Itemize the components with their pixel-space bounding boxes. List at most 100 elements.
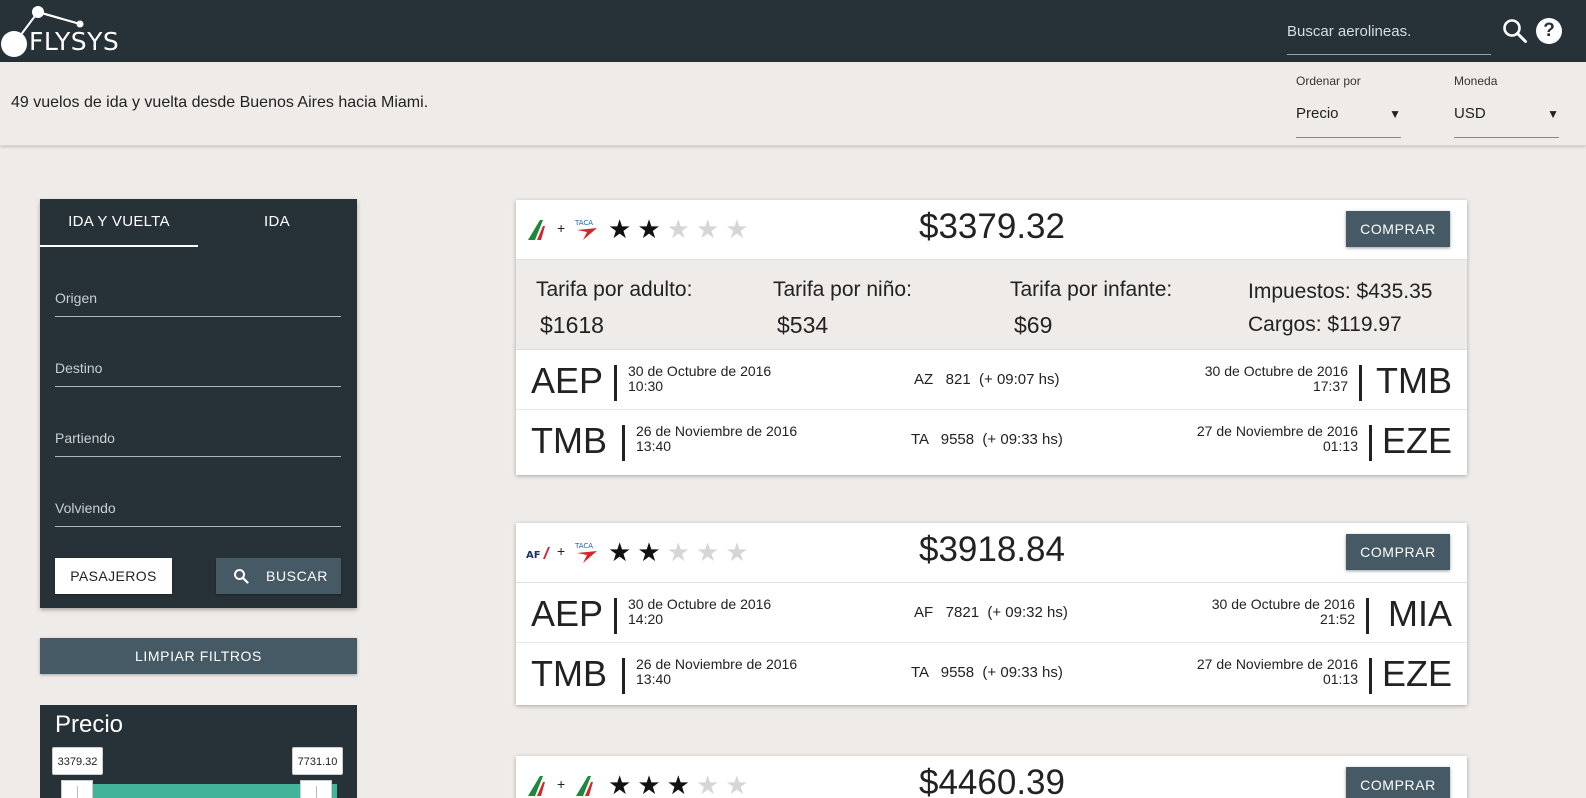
results-summary-bar: 49 vuelos de ida y vuelta desde Buenos A… <box>0 62 1586 146</box>
currency-value: USD <box>1454 105 1486 122</box>
buy-button[interactable]: COMPRAR <box>1346 767 1450 798</box>
departure-time: 10:30 <box>628 378 664 394</box>
currency-select[interactable]: Moneda USD ▼ <box>1454 74 1559 138</box>
departure-datetime: 26 de Noviembre de 2016 13:40 <box>636 424 797 454</box>
infant-fare-value: $69 <box>1014 312 1053 338</box>
adult-fare-value: $1618 <box>540 312 604 338</box>
arrival-date: 27 de Noviembre de 2016 <box>1196 656 1358 672</box>
star-icon: ★ <box>695 770 726 798</box>
airfrance-logo-icon: AF <box>526 547 550 561</box>
buy-button[interactable]: COMPRAR <box>1346 534 1450 570</box>
departure-time: 14:20 <box>628 611 664 627</box>
charges-value: Cargos: $119.97 <box>1248 313 1402 336</box>
flight-leg-return: TMB 26 de Noviembre de 2016 13:40 TA 955… <box>516 410 1467 470</box>
price-max-handle[interactable] <box>300 780 332 798</box>
divider <box>614 365 617 401</box>
rating-stars: ★★★★★ <box>608 537 755 567</box>
departure-date: 30 de Octubre de 2016 <box>628 363 772 379</box>
flight-card-header: + TACA ★★★★★ $3379.32 COMPRAR <box>516 200 1467 260</box>
taca-logo-icon: TACA <box>574 219 597 240</box>
flight-card: + ★★★★★ $4460.39 COMPRAR <box>516 756 1467 798</box>
return-date-field[interactable] <box>55 483 341 527</box>
arrival-time: 01:13 <box>1322 671 1358 687</box>
destination-airport-code: MIA <box>1387 593 1452 634</box>
sort-label: Ordenar por <box>1296 74 1361 88</box>
star-icon: ★ <box>725 537 755 567</box>
flight-card: + TACA ★★★★★ $3379.32 COMPRAR Tarifa por… <box>516 200 1467 475</box>
adult-fare-label: Tarifa por adulto: <box>536 278 693 301</box>
airline-search-input[interactable] <box>1287 14 1491 48</box>
top-bar: FLYSYS ? <box>0 0 1586 62</box>
logo-text: FLYSYS <box>29 27 120 56</box>
flight-number-duration: AF 7821 (+ 09:32 hs) <box>914 604 1068 621</box>
taxes-value: Impuestos: $435.35 <box>1248 280 1433 303</box>
chevron-down-icon: ▼ <box>1389 107 1401 121</box>
sort-select[interactable]: Ordenar por Precio ▼ <box>1296 74 1401 138</box>
flysys-logo[interactable]: FLYSYS <box>0 0 140 62</box>
divider <box>622 658 625 694</box>
divider <box>1366 598 1369 634</box>
search-button-label: BUSCAR <box>266 568 328 584</box>
price-max-value: 7731.10 <box>292 747 343 775</box>
flight-leg-outbound: AEP 30 de Octubre de 2016 14:20 AF 7821 … <box>516 583 1467 643</box>
destination-field[interactable] <box>55 343 341 387</box>
departure-date: 26 de Noviembre de 2016 <box>636 423 798 439</box>
destination-input[interactable] <box>55 343 341 383</box>
star-icon: ★ <box>608 770 638 798</box>
destination-airport-code: EZE <box>1381 420 1452 461</box>
search-button[interactable]: BUSCAR <box>216 558 341 594</box>
arrival-datetime: 30 de Octubre de 2016 17:37 <box>1205 364 1348 394</box>
passengers-button[interactable]: PASAJEROS <box>55 558 172 594</box>
price-range-track[interactable] <box>61 784 337 798</box>
tab-one-way[interactable]: IDA <box>198 199 356 247</box>
flight-number-duration: AZ 821 (+ 09:07 hs) <box>914 371 1060 388</box>
flight-card-header: AF + TACA ★★★★★ $3918.84 COMPRAR <box>516 523 1467 583</box>
destination-airport-code: TMB <box>1376 360 1452 401</box>
alitalia-logo-icon <box>528 776 545 796</box>
departure-date: 30 de Octubre de 2016 <box>628 596 772 612</box>
star-icon: ★ <box>695 537 726 567</box>
flight-number-duration: TA 9558 (+ 09:33 hs) <box>911 431 1063 448</box>
plus-sign: + <box>557 220 566 236</box>
destination-airport-code: EZE <box>1381 653 1452 694</box>
arrival-date: 30 de Octubre de 2016 <box>1211 596 1355 612</box>
star-icon: ★ <box>725 770 755 798</box>
child-fare-value: $534 <box>777 312 829 338</box>
search-icon <box>234 569 249 584</box>
arrival-datetime: 27 de Noviembre de 2016 01:13 <box>1197 424 1358 454</box>
departure-datetime: 26 de Noviembre de 2016 13:40 <box>636 657 797 687</box>
star-icon: ★ <box>666 214 696 244</box>
currency-label: Moneda <box>1454 74 1498 88</box>
departure-date-input[interactable] <box>55 413 341 453</box>
price-filter-title: Precio <box>55 711 124 738</box>
flight-leg-return: TMB 26 de Noviembre de 2016 13:40 TA 955… <box>516 643 1467 703</box>
price-filter: Precio 3379.32 7731.10 <box>40 705 357 798</box>
flight-price: $3379.32 <box>919 207 1065 246</box>
arrival-datetime: 30 de Octubre de 2016 21:52 <box>1212 597 1355 627</box>
return-date-input[interactable] <box>55 483 341 523</box>
search-icon[interactable] <box>1502 18 1528 44</box>
divider <box>1359 365 1362 401</box>
flight-number-duration: TA 9558 (+ 09:33 hs) <box>911 664 1063 681</box>
departure-date: 26 de Noviembre de 2016 <box>636 656 798 672</box>
arrival-time: 21:52 <box>1319 611 1355 627</box>
arrival-time: 01:13 <box>1322 438 1358 454</box>
star-icon: ★ <box>608 214 638 244</box>
arrival-date: 27 de Noviembre de 2016 <box>1196 423 1358 439</box>
origin-airport-code: AEP <box>531 360 604 401</box>
help-icon[interactable]: ? <box>1536 18 1562 44</box>
svg-text:AF: AF <box>526 550 541 561</box>
origin-input[interactable] <box>55 273 341 313</box>
departure-datetime: 30 de Octubre de 2016 14:20 <box>628 597 771 627</box>
tab-round-trip[interactable]: IDA Y VUELTA <box>40 199 198 247</box>
airline-search-field[interactable] <box>1287 14 1491 55</box>
price-min-handle[interactable] <box>61 780 93 798</box>
clear-filters-button[interactable]: LIMPIAR FILTROS <box>40 638 357 674</box>
origin-field[interactable] <box>55 273 341 317</box>
departure-date-field[interactable] <box>55 413 341 457</box>
origin-airport-code: TMB <box>531 653 607 694</box>
buy-button[interactable]: COMPRAR <box>1346 211 1450 247</box>
star-icon: ★ <box>666 537 696 567</box>
svg-text:TACA: TACA <box>574 542 593 550</box>
star-icon: ★ <box>608 537 638 567</box>
